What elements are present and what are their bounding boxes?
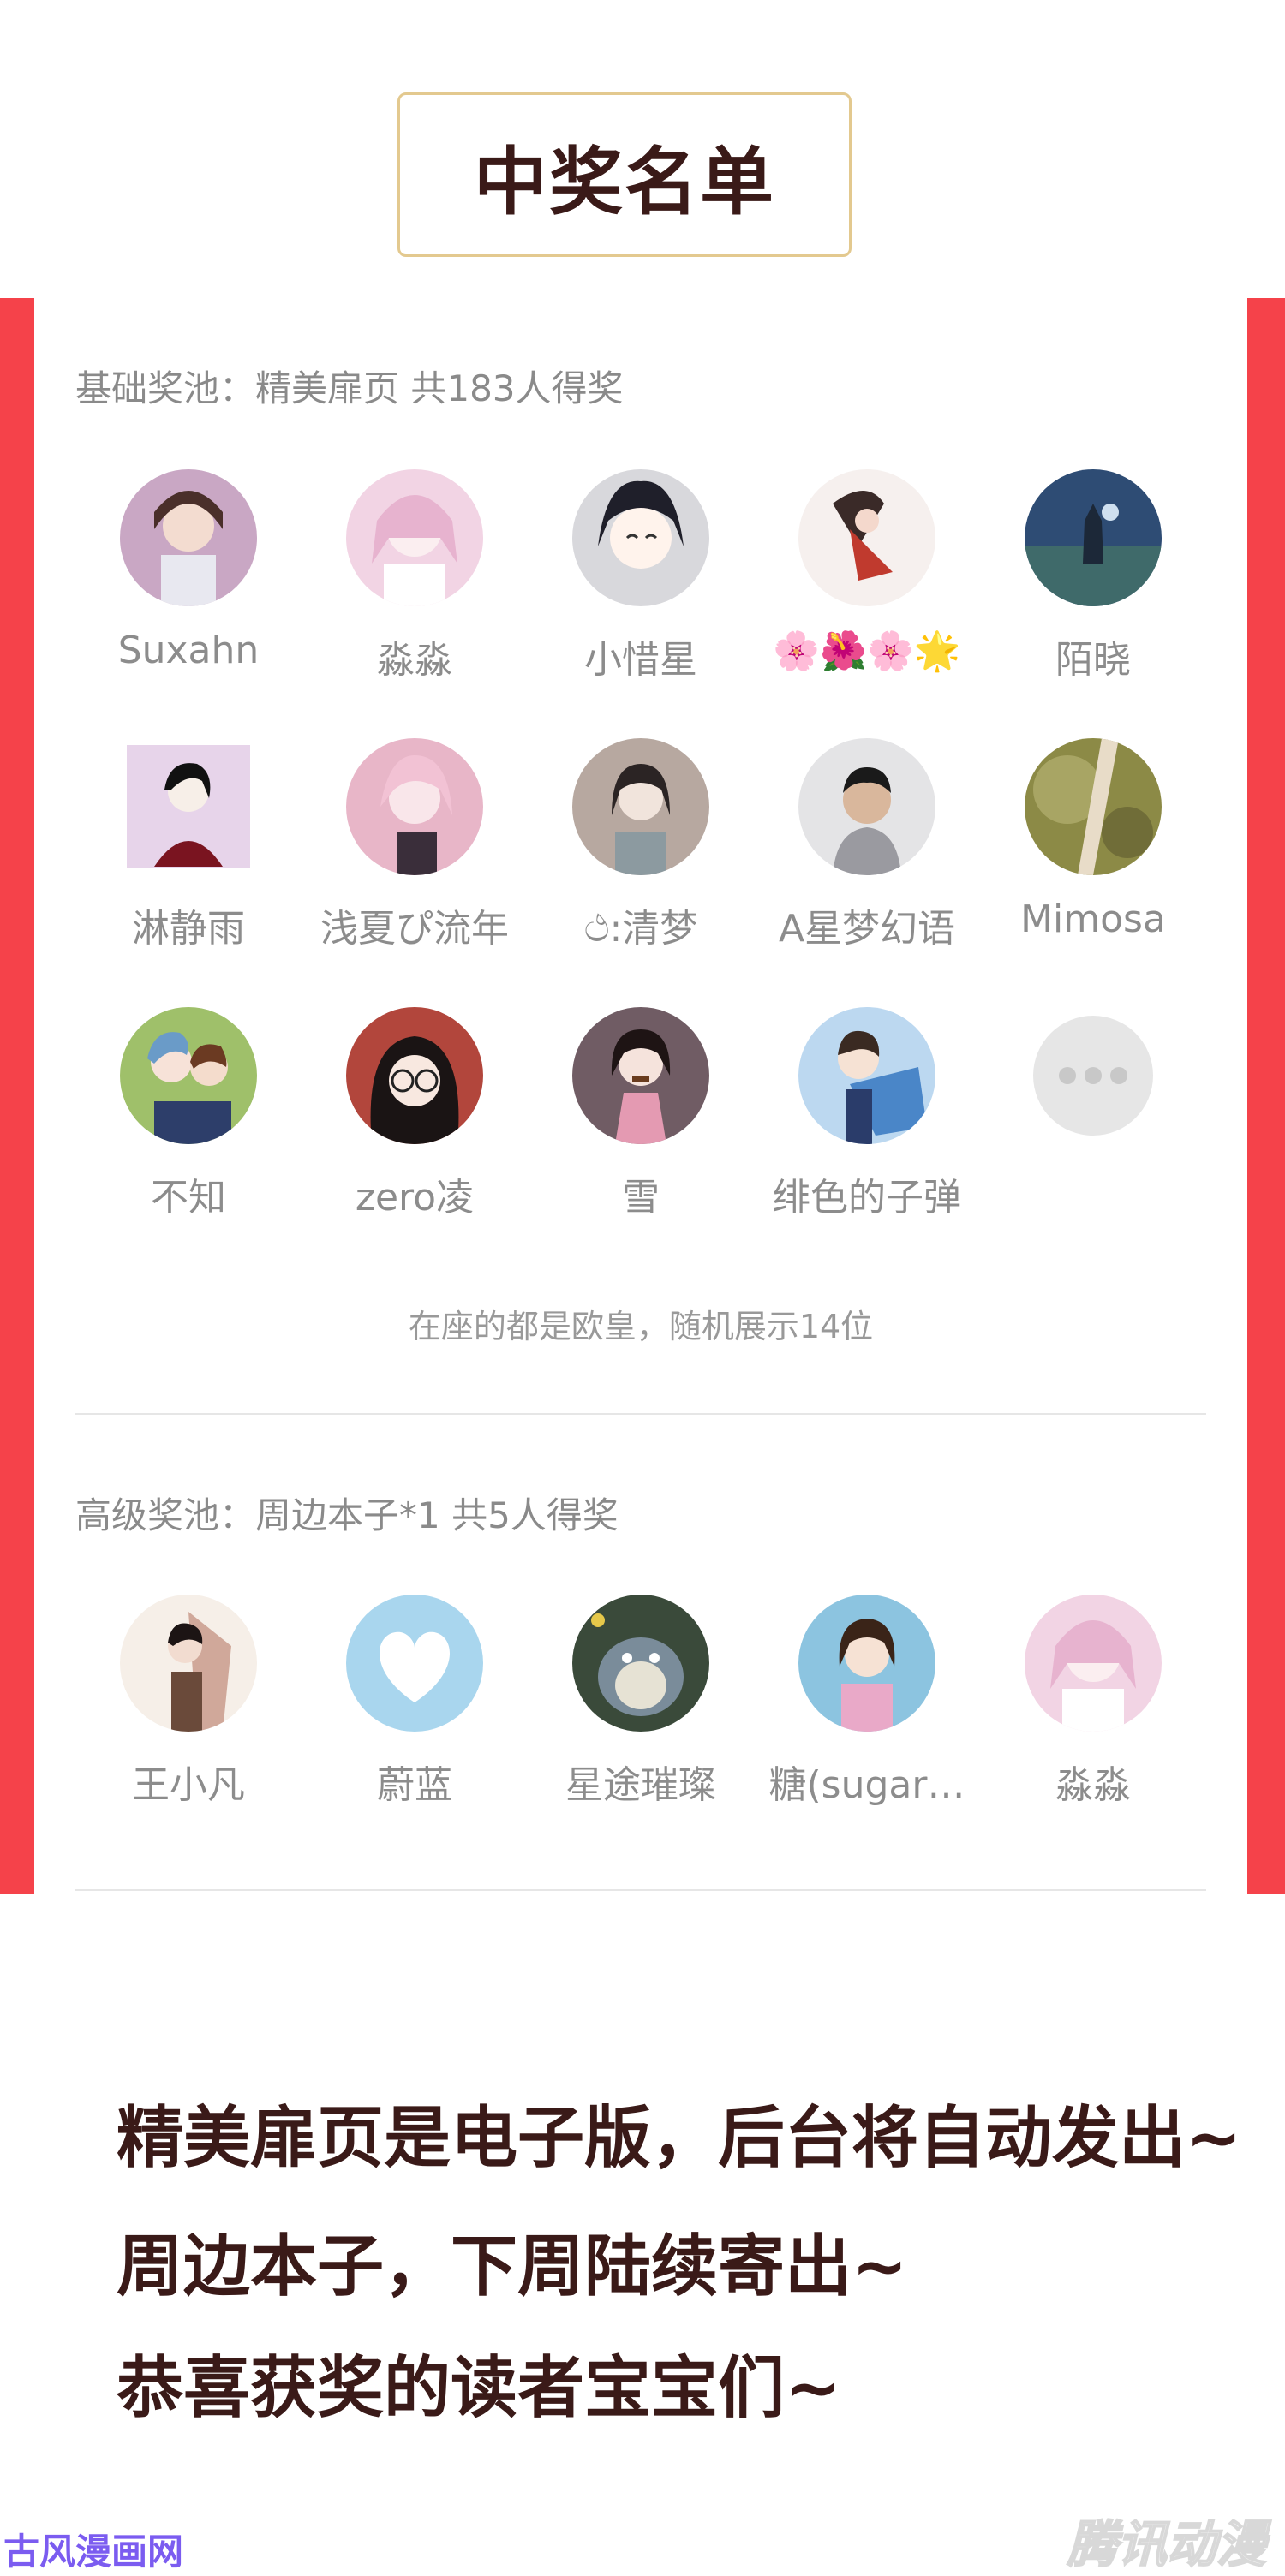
winner-card[interactable]: 🌸🌺🌸🌟 xyxy=(754,469,980,673)
winner-name: zero凌 xyxy=(355,1176,475,1219)
watermark-right: 腾讯动漫 xyxy=(1067,2514,1267,2574)
winner-name: 陌晓 xyxy=(1055,638,1131,682)
winner-card[interactable]: 小惜星 xyxy=(528,469,754,683)
page-title: 中奖名单 xyxy=(474,139,775,225)
winner-name: 淼淼 xyxy=(377,638,452,682)
avatar xyxy=(1025,1595,1162,1732)
avatar xyxy=(1025,738,1162,875)
left-red-bar xyxy=(0,298,34,1894)
basic-pool-label: 基础奖池：精美扉页 共183人得奖 xyxy=(75,367,624,409)
winner-name: 不知 xyxy=(151,1176,226,1219)
avatar xyxy=(798,1007,935,1144)
winner-card[interactable]: 浅夏ぴ流年 xyxy=(302,738,528,952)
random-display-note: 在座的都是欧皇，随机展示14位 xyxy=(408,1308,874,1345)
winner-card[interactable]: 星途璀璨 xyxy=(528,1595,754,1809)
avatar xyxy=(572,1595,709,1732)
premium-pool-label: 高级奖池：周边本子*1 共5人得奖 xyxy=(75,1494,619,1536)
avatar xyxy=(346,738,483,875)
avatar xyxy=(120,469,257,606)
watermark-left: 古风漫画网 xyxy=(3,2531,184,2573)
bottom-line-3: 恭喜获奖的读者宝宝们~ xyxy=(117,2350,841,2427)
winner-card[interactable]: 淋静雨 xyxy=(75,738,302,952)
winner-card[interactable]: 不知 xyxy=(75,1007,302,1221)
winner-name: Suxahn xyxy=(117,629,260,672)
winner-card[interactable]: zero凌 xyxy=(302,1007,528,1221)
winner-card[interactable]: A星梦幻语 xyxy=(754,738,980,952)
avatar xyxy=(1025,469,1162,606)
avatar xyxy=(572,738,709,875)
avatar xyxy=(120,1595,257,1732)
winner-card[interactable]: 雪 xyxy=(528,1007,754,1221)
avatar xyxy=(572,469,709,606)
right-red-bar xyxy=(1247,298,1285,1894)
avatar xyxy=(798,1595,935,1732)
winner-card[interactable]: Mimosa xyxy=(980,738,1206,941)
section-divider xyxy=(75,1413,1206,1415)
avatar xyxy=(120,738,257,875)
avatar xyxy=(572,1007,709,1144)
winner-card[interactable]: Suxahn xyxy=(75,469,302,672)
more-icon[interactable] xyxy=(1033,1016,1153,1136)
winner-card[interactable]: 淼淼 xyxy=(980,1595,1206,1809)
bottom-line-2: 周边本子，下周陆续寄出~ xyxy=(117,2228,908,2305)
bottom-line-1: 精美扉页是电子版，后台将自动发出~ xyxy=(117,2100,1242,2177)
winner-name: A星梦幻语 xyxy=(778,907,956,951)
avatar xyxy=(346,469,483,606)
winner-card[interactable]: ථ:清梦 xyxy=(528,738,754,952)
more-winners-button[interactable] xyxy=(980,1007,1206,1136)
winner-name: 浅夏ぴ流年 xyxy=(320,907,509,951)
winner-name: 小惜星 xyxy=(584,638,697,682)
winner-name: ථ:清梦 xyxy=(583,907,698,951)
winner-name: 糖(sugar… xyxy=(768,1763,965,1807)
avatar xyxy=(798,738,935,875)
winner-name: 星途璀璨 xyxy=(565,1763,716,1807)
winner-name: Mimosa xyxy=(1020,897,1166,941)
winner-name: 淋静雨 xyxy=(132,907,245,951)
winner-name: 绯色的子弹 xyxy=(773,1176,961,1219)
winner-name: 淼淼 xyxy=(1055,1763,1131,1807)
winner-name: 王小凡 xyxy=(132,1763,245,1807)
avatar xyxy=(798,469,935,606)
winner-card[interactable]: 绯色的子弹 xyxy=(754,1007,980,1221)
winner-card[interactable]: 王小凡 xyxy=(75,1595,302,1809)
winner-card[interactable]: 淼淼 xyxy=(302,469,528,683)
avatar xyxy=(346,1007,483,1144)
winner-name: 蔚蓝 xyxy=(377,1763,452,1807)
winner-name: 🌸🌺🌸🌟 xyxy=(773,629,961,673)
title-frame: 中奖名单 xyxy=(397,92,852,257)
winner-card[interactable]: 陌晓 xyxy=(980,469,1206,683)
section-divider xyxy=(75,1889,1206,1891)
winner-name: 雪 xyxy=(622,1176,660,1219)
winner-card[interactable]: 糖(sugar… xyxy=(754,1595,980,1809)
avatar xyxy=(346,1595,483,1732)
winner-card[interactable]: 蔚蓝 xyxy=(302,1595,528,1809)
avatar xyxy=(120,1007,257,1144)
